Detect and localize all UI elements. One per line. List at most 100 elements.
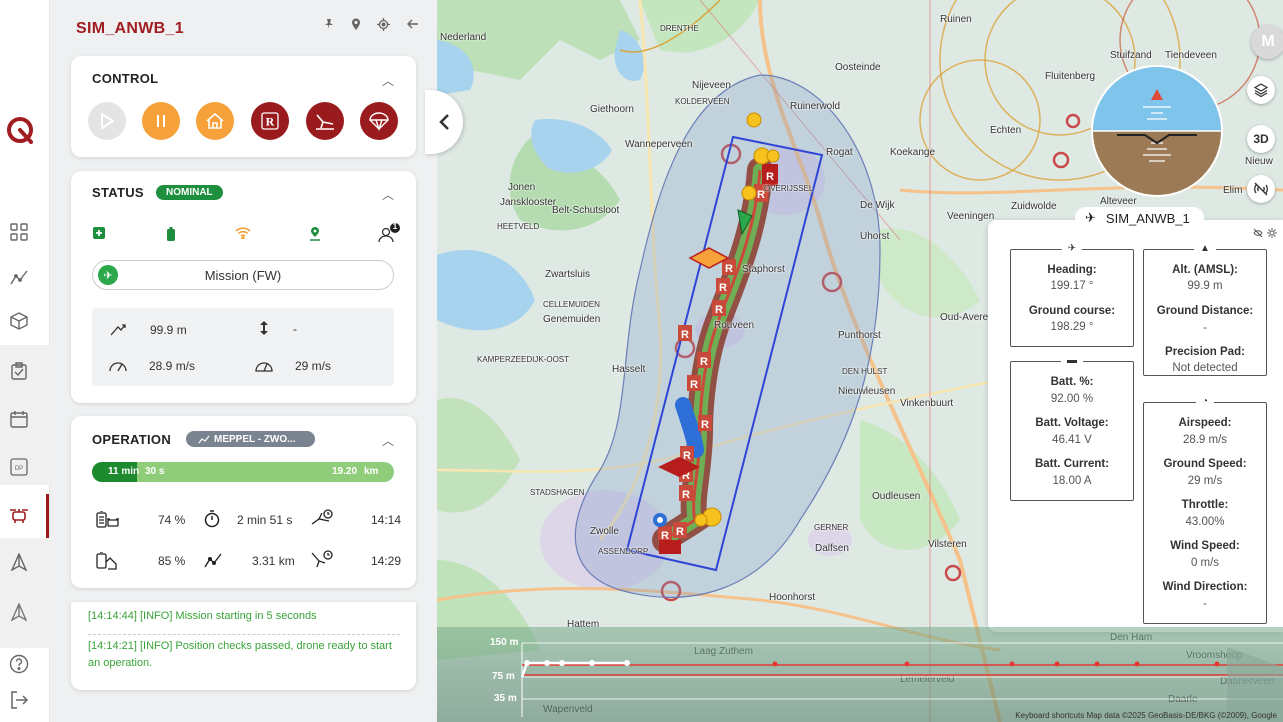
- tracking-off-button[interactable]: [1247, 175, 1275, 203]
- hide-icon[interactable]: [1253, 228, 1263, 238]
- pin-icon[interactable]: [323, 18, 335, 34]
- airspeed-gauge-icon: [108, 357, 128, 376]
- battery-drone-icon: [96, 510, 120, 532]
- ground-distance-value: -: [1203, 322, 1207, 334]
- profile-label-high: 150 m: [490, 637, 519, 648]
- route-badge[interactable]: MEPPEL - ZWO...: [186, 431, 315, 447]
- place-label: KAMPERZEEDIJK-OOST: [477, 355, 570, 364]
- notification-count: 1: [392, 222, 398, 231]
- land-button[interactable]: [306, 102, 344, 140]
- ground-course-label: Ground course:: [1028, 305, 1116, 317]
- chart-icon[interactable]: [8, 266, 30, 288]
- status-title: STATUS: [92, 185, 144, 200]
- wind-speed-label: Wind Speed:: [1170, 540, 1240, 552]
- return-button[interactable]: R: [251, 102, 289, 140]
- battery-box: ▬ Batt. %: 92.00 % Batt. Voltage: 46.41 …: [1010, 355, 1134, 501]
- svg-text:R: R: [766, 171, 774, 183]
- location-icon[interactable]: [351, 18, 361, 34]
- place-label: Stuifzand: [1110, 50, 1152, 61]
- elevation-profile[interactable]: 150 m 75 m 35 m Keyboard shortcuts Map d…: [437, 627, 1283, 722]
- active-indicator: [46, 494, 49, 538]
- dp-icon[interactable]: DP: [8, 456, 30, 478]
- grid-icon[interactable]: [8, 221, 30, 243]
- batt-voltage-label: Batt. Voltage:: [1035, 417, 1109, 429]
- settings-gear-icon[interactable]: [1267, 228, 1277, 238]
- drone-icon[interactable]: [8, 505, 30, 527]
- navigate-outline-icon[interactable]: [8, 601, 30, 623]
- control-title: CONTROL: [92, 71, 159, 86]
- svg-text:R: R: [266, 115, 275, 129]
- heading-plane-icon: ✈: [1061, 243, 1083, 254]
- place-label: Zwartsluis: [545, 269, 591, 280]
- svg-text:R: R: [690, 379, 698, 391]
- chevron-up-icon[interactable]: ︿: [382, 186, 394, 203]
- logout-icon[interactable]: [8, 689, 30, 711]
- alt-value: 99.9 m: [1187, 280, 1223, 292]
- 3d-toggle-button[interactable]: 3D: [1247, 125, 1275, 153]
- place-label: Wanneperveen: [625, 139, 693, 150]
- drone-panel: SIM_ANWB_1 CONTROL ︿ R STATUS NOMINAL ︿ …: [50, 0, 437, 722]
- place-label: Belt-Schutsloot: [552, 205, 620, 216]
- mission-progress: 11 min 30 s 19.20 km: [92, 462, 394, 482]
- place-label: Uhorst: [860, 231, 890, 242]
- place-label: Echten: [990, 125, 1022, 136]
- speedometer-icon: ◔: [1195, 396, 1215, 407]
- calendar-icon[interactable]: [8, 408, 30, 430]
- home-button[interactable]: [196, 102, 234, 140]
- svg-text:R: R: [681, 329, 689, 341]
- target-icon[interactable]: [377, 18, 390, 34]
- place-label: DEN HULST: [842, 367, 888, 376]
- wind-speed-value: 0 m/s: [1190, 557, 1220, 569]
- telemetry-drone-tab[interactable]: ✈ SIM_ANWB_1: [1075, 207, 1204, 229]
- vertical-speed-icon: [260, 321, 268, 338]
- place-label: DRENTHE: [660, 24, 699, 33]
- altitude-icon: [110, 322, 128, 339]
- back-arrow-icon[interactable]: [406, 18, 419, 34]
- place-label: Nieuwleusen: [838, 386, 896, 397]
- help-icon[interactable]: [8, 653, 30, 675]
- flight-time-value: 2 min 51 s: [237, 513, 293, 527]
- parachute-button[interactable]: [360, 102, 398, 140]
- svg-text:R: R: [725, 263, 733, 275]
- navigate-icon[interactable]: [8, 551, 30, 573]
- gps-icon: [309, 227, 321, 244]
- company-logo[interactable]: [5, 115, 35, 145]
- place-label: Nieuw: [1245, 156, 1273, 167]
- flight-mode-label: Mission (FW): [204, 267, 282, 283]
- flight-mode-select[interactable]: ✈ Mission (FW): [92, 260, 394, 290]
- user-avatar-button[interactable]: M: [1251, 25, 1283, 59]
- chevron-up-icon[interactable]: ︿: [382, 72, 394, 89]
- flown-distance-value: 3.31 km: [252, 554, 295, 568]
- place-label: Rogat: [826, 147, 853, 158]
- alt-label: Alt. (AMSL):: [1172, 264, 1238, 276]
- user-icon[interactable]: 1: [378, 222, 402, 246]
- place-label: De Wijk: [860, 200, 895, 211]
- pause-button[interactable]: [142, 102, 180, 140]
- place-label: CELLEMUIDEN: [543, 300, 600, 309]
- control-card: CONTROL ︿ R: [71, 56, 416, 157]
- precision-pad-value: Not detected: [1172, 362, 1238, 374]
- place-label: KOLDERVEEN: [675, 97, 730, 106]
- place-label: Alteveer: [1100, 196, 1137, 207]
- altitude-box: ▲ Alt. (AMSL): 99.9 m Ground Distance: -…: [1143, 243, 1267, 376]
- chevron-up-icon[interactable]: ︿: [382, 432, 394, 449]
- route-distance-icon: [204, 552, 222, 571]
- play-button[interactable]: [88, 102, 126, 140]
- battery-header-icon: ▬: [1061, 355, 1083, 366]
- layers-button[interactable]: [1247, 76, 1275, 104]
- clipboard-icon[interactable]: [8, 360, 30, 382]
- distance-value: 19.20: [332, 466, 358, 477]
- wind-direction-label: Wind Direction:: [1162, 581, 1248, 593]
- drone-title: SIM_ANWB_1: [76, 20, 184, 37]
- heading-value: 199.17 °: [1050, 280, 1094, 292]
- battery2-value: 85 %: [158, 554, 186, 568]
- place-label: Oosteinde: [835, 62, 881, 73]
- cube-icon[interactable]: [8, 310, 30, 332]
- wind-direction-value: -: [1203, 598, 1207, 610]
- mission-log: [14:14:44] [INFO] Mission starting in 5 …: [71, 602, 416, 690]
- airspeed-tele-value: 28.9 m/s: [1182, 434, 1228, 446]
- health-icon: [93, 227, 105, 242]
- telemetry-panel: ✈ Heading: 199.17 ° Ground course: 198.2…: [988, 220, 1283, 632]
- telemetry-drone-name: SIM_ANWB_1: [1105, 210, 1190, 226]
- svg-text:R: R: [715, 304, 723, 316]
